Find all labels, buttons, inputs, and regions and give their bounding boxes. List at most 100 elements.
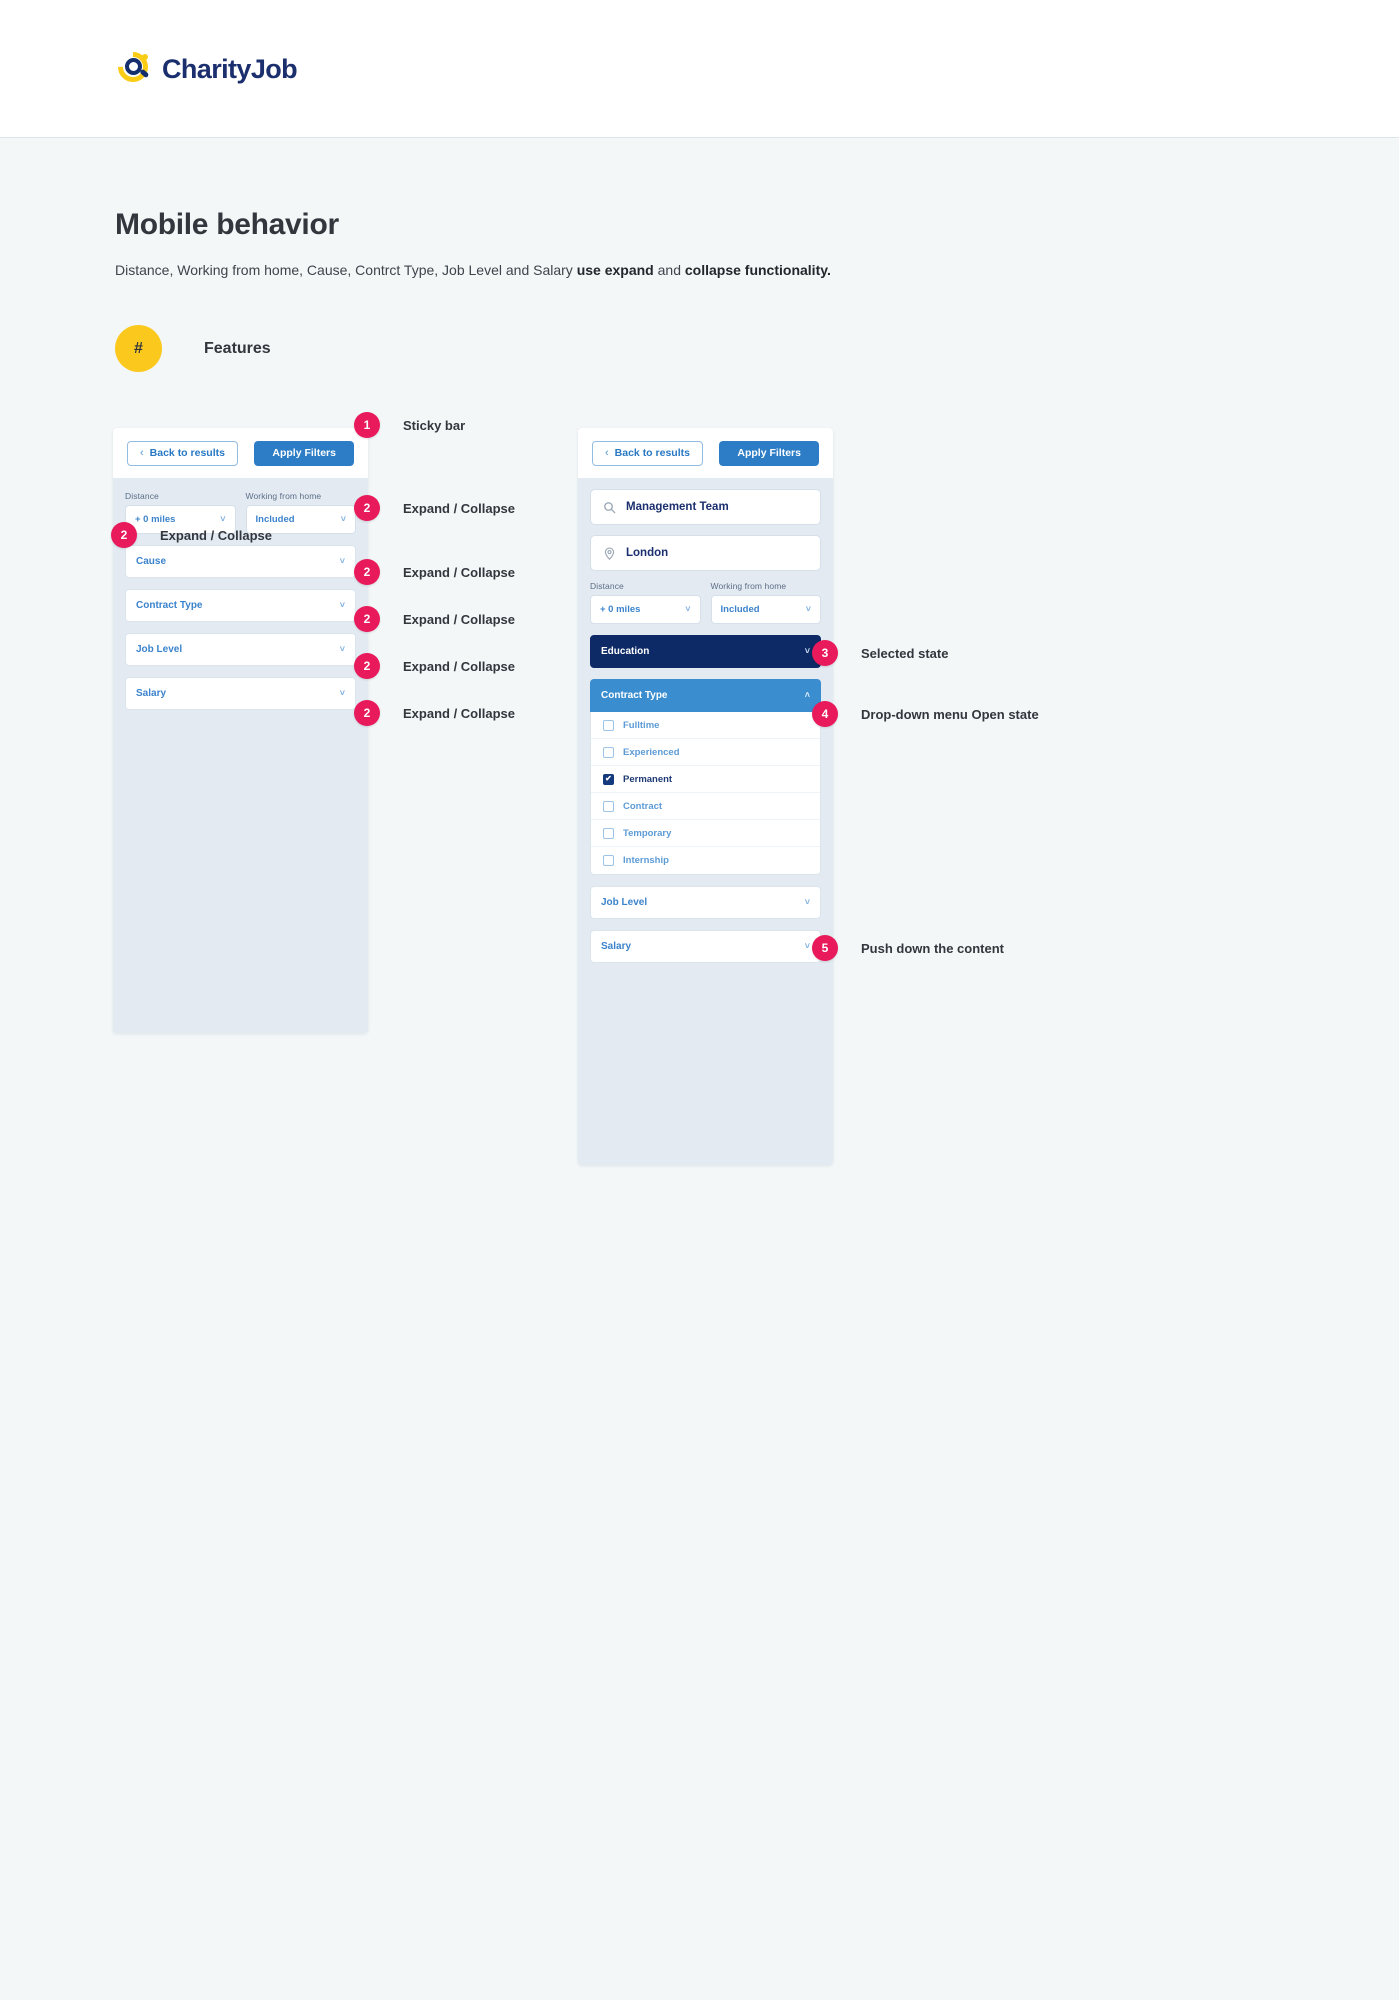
back-to-results-button[interactable]: ‹ Back to results xyxy=(592,440,703,466)
page-title: Mobile behavior xyxy=(115,208,339,241)
chevron-down-icon: ˅ xyxy=(339,556,345,566)
chevron-left-icon: ‹ xyxy=(140,446,144,459)
accordion-label: Cause xyxy=(136,556,167,567)
hash-badge: # xyxy=(115,325,162,372)
wfh-value: Included xyxy=(720,604,760,615)
chevron-down-icon: ˅ xyxy=(805,604,811,614)
dropdown-option-label: Contract xyxy=(623,800,663,812)
filter-panel-right: Management Team London Distance + 0 mile… xyxy=(578,478,833,963)
wfh-label: Working from home xyxy=(710,581,787,591)
checkbox-unchecked-icon[interactable] xyxy=(603,827,614,839)
annotation-text: Expand / Collapse xyxy=(160,527,272,543)
annotation-number: 5 xyxy=(812,935,838,961)
annotation-2-overlay-left: 2 Expand / Collapse xyxy=(111,522,272,548)
wfh-label: Working from home xyxy=(245,491,322,501)
distance-value: + 0 miles xyxy=(600,604,641,615)
distance-select[interactable]: + 0 miles ˅ xyxy=(590,595,701,624)
chevron-down-icon: ˅ xyxy=(339,644,345,654)
chevron-down-icon: ˅ xyxy=(685,604,691,614)
dropdown-option-label: Permanent xyxy=(623,773,673,785)
charityjob-magnifier-logo-icon xyxy=(111,45,155,89)
accordion-contract-type-open[interactable]: Contract Type ˄ xyxy=(590,679,821,712)
chevron-up-icon: ˄ xyxy=(804,690,810,700)
dropdown-option-temporary[interactable]: Temporary xyxy=(591,820,820,847)
apply-filters-label: Apply Filters xyxy=(272,447,336,459)
wfh-select[interactable]: Included ˅ xyxy=(710,595,821,624)
dropdown-option-label: Internship xyxy=(623,855,669,866)
chevron-down-icon: ˅ xyxy=(804,941,810,951)
sticky-bar-left: ‹ Back to results Apply Filters xyxy=(113,428,368,478)
page-root: CharityJob Mobile behavior Distance, Wor… xyxy=(0,0,1399,2000)
filter-panel-left: Distance + 0 miles ˅ Working from home I… xyxy=(113,478,368,710)
accordion-cause[interactable]: Cause ˅ xyxy=(125,545,356,578)
mobile-mockup-collapsed: ‹ Back to results Apply Filters Distance… xyxy=(113,428,368,1033)
checkbox-unchecked-icon[interactable] xyxy=(603,746,614,758)
accordion-label: Salary xyxy=(601,941,632,952)
charityjob-logo[interactable]: CharityJob xyxy=(111,45,298,89)
search-icon xyxy=(603,501,616,514)
checkbox-unchecked-icon[interactable] xyxy=(603,800,614,812)
keyword-value: Management Team xyxy=(626,501,729,513)
annotation-1-sticky-bar: 1 Sticky bar xyxy=(354,412,465,438)
accordion-salary[interactable]: Salary ˅ xyxy=(125,677,356,710)
location-pin-icon xyxy=(603,546,616,560)
dropdown-option-label: Experienced xyxy=(623,746,680,758)
annotation-5-push-down-content: 5 Push down the content xyxy=(812,935,1004,961)
back-to-results-label: Back to results xyxy=(614,447,690,459)
dropdown-option-internship[interactable]: Internship xyxy=(591,847,820,874)
chevron-left-icon: ‹ xyxy=(605,446,609,459)
annotation-2-job-level: 2 Expand / Collapse xyxy=(354,653,515,679)
annotation-number: 2 xyxy=(354,700,380,726)
location-value: London xyxy=(626,547,669,559)
logo-text: CharityJob xyxy=(162,53,298,84)
annotation-text: Sticky bar xyxy=(403,417,466,433)
chevron-down-icon: ˅ xyxy=(804,897,810,907)
annotation-4-dropdown-open: 4 Drop-down menu Open state xyxy=(812,701,1039,727)
checkbox-unchecked-icon[interactable] xyxy=(603,719,614,731)
accordion-contract-type[interactable]: Contract Type ˅ xyxy=(125,589,356,622)
subtitle-bold1: use expand xyxy=(576,262,654,278)
annotation-number: 2 xyxy=(111,522,137,548)
annotation-text: Expand / Collapse xyxy=(403,500,515,516)
chevron-down-icon: ˅ xyxy=(339,600,345,610)
chevron-down-icon: ˅ xyxy=(340,514,346,524)
checkbox-checked-icon[interactable]: ✔ xyxy=(603,773,614,785)
annotation-text: Expand / Collapse xyxy=(403,705,515,721)
annotation-number: 1 xyxy=(354,412,380,438)
accordion-job-level[interactable]: Job Level ˅ xyxy=(125,633,356,666)
accordion-salary[interactable]: Salary ˅ xyxy=(590,930,821,963)
annotation-2-cause: 2 Expand / Collapse xyxy=(354,559,515,585)
accordion-education-selected[interactable]: Education ˅ xyxy=(590,635,821,668)
sticky-bar-right: ‹ Back to results Apply Filters xyxy=(578,428,833,478)
back-to-results-label: Back to results xyxy=(149,447,225,459)
dropdown-option-permanent[interactable]: ✔ Permanent xyxy=(591,766,820,793)
annotation-number: 2 xyxy=(354,559,380,585)
annotation-text: Drop-down menu Open state xyxy=(861,706,1039,722)
dropdown-option-experienced[interactable]: Experienced xyxy=(591,739,820,766)
location-search-input[interactable]: London xyxy=(590,535,821,571)
apply-filters-button[interactable]: Apply Filters xyxy=(254,440,354,466)
accordion-label: Contract Type xyxy=(601,690,668,701)
accordion-label: Job Level xyxy=(601,897,648,908)
accordion-label: Salary xyxy=(136,688,167,699)
accordion-job-level[interactable]: Job Level ˅ xyxy=(590,886,821,919)
accordion-label: Job Level xyxy=(136,644,183,655)
annotation-text: Selected state xyxy=(861,645,949,661)
dropdown-option-fulltime[interactable]: Fulltime xyxy=(591,712,820,739)
annotation-2-distance-wfh: 2 Expand / Collapse xyxy=(354,495,515,521)
annotation-number: 2 xyxy=(354,495,380,521)
wfh-field-right: Working from home Included ˅ xyxy=(710,581,821,624)
checkbox-unchecked-icon[interactable] xyxy=(603,855,614,866)
page-subtitle: Distance, Working from home, Cause, Cont… xyxy=(115,260,831,281)
contract-type-dropdown: Fulltime Experienced ✔ Permanent Contrac… xyxy=(590,712,821,875)
dropdown-option-contract[interactable]: Contract xyxy=(591,793,820,820)
distance-label: Distance xyxy=(590,581,624,591)
apply-filters-button[interactable]: Apply Filters xyxy=(719,440,819,466)
back-to-results-button[interactable]: ‹ Back to results xyxy=(127,440,238,466)
keyword-search-input[interactable]: Management Team xyxy=(590,489,821,525)
distance-field-right: Distance + 0 miles ˅ xyxy=(590,581,701,624)
subtitle-bold2: collapse functionality. xyxy=(684,262,831,278)
subtitle-part1: Distance, Working from home, Cause, Cont… xyxy=(115,262,577,278)
annotation-number: 2 xyxy=(354,606,380,632)
annotation-3-selected-state: 3 Selected state xyxy=(812,640,948,666)
